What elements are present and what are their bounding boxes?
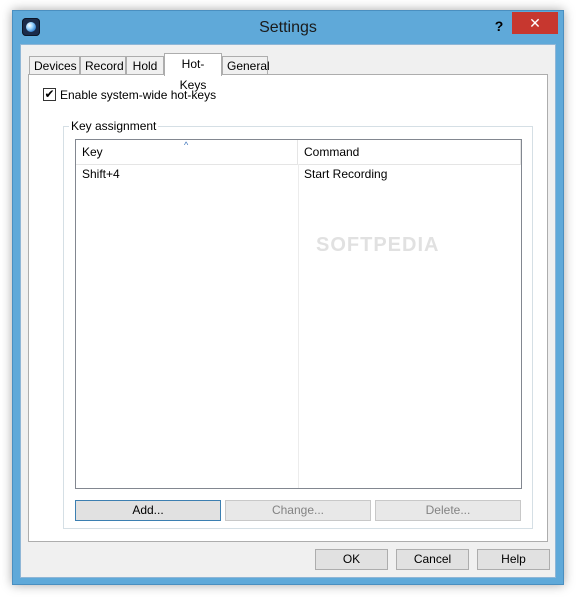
ok-button[interactable]: OK	[315, 549, 388, 570]
dialog-client-area: Devices Record Hold Hot-Keys General ✔ E…	[20, 44, 556, 578]
column-divider	[298, 164, 299, 488]
checkmark-icon: ✔	[44, 87, 55, 101]
tab-hold[interactable]: Hold	[126, 56, 164, 75]
tab-general[interactable]: General	[222, 56, 270, 75]
cancel-button[interactable]: Cancel	[396, 549, 469, 570]
hotkey-list[interactable]: Key ^ Command Shift+4 Start Recording SO…	[75, 139, 522, 489]
key-assignment-label: Key assignment	[69, 119, 159, 133]
close-icon: ✕	[529, 15, 541, 31]
list-header: Key ^ Command	[76, 140, 521, 165]
tab-hot-keys[interactable]: Hot-Keys	[164, 53, 222, 92]
tab-record[interactable]: Record	[80, 56, 126, 75]
help-button[interactable]: Help	[477, 549, 550, 570]
watermark: SOFTPEDIA	[316, 234, 440, 256]
window-title: Settings	[259, 19, 317, 36]
change-button[interactable]: Change...	[225, 500, 371, 521]
column-header-key[interactable]: Key ^	[76, 140, 298, 164]
add-button[interactable]: Add...	[75, 500, 221, 521]
sort-ascending-icon: ^	[184, 140, 189, 150]
tab-devices[interactable]: Devices	[29, 56, 80, 75]
hot-keys-panel: ✔ Enable system-wide hot-keys Key assign…	[28, 74, 548, 542]
column-header-key-label: Key	[82, 145, 103, 159]
title-bar[interactable]: Settings ? ✕	[13, 11, 563, 44]
hotkey-command-cell: Start Recording	[304, 167, 388, 181]
settings-window: Settings ? ✕ Devices Record Hold Hot-Key…	[12, 10, 564, 585]
close-button[interactable]: ✕	[512, 12, 558, 34]
list-item[interactable]: Shift+4 Start Recording	[76, 165, 521, 183]
hotkey-key-cell: Shift+4	[82, 167, 120, 181]
delete-button[interactable]: Delete...	[375, 500, 521, 521]
column-header-command[interactable]: Command	[298, 140, 521, 164]
key-assignment-group: Key assignment Key ^ Command Shift+4 Sta…	[63, 119, 533, 529]
enable-hotkeys-checkbox[interactable]: ✔	[43, 88, 56, 101]
title-help-button[interactable]: ?	[487, 16, 511, 36]
column-header-command-label: Command	[304, 145, 360, 159]
